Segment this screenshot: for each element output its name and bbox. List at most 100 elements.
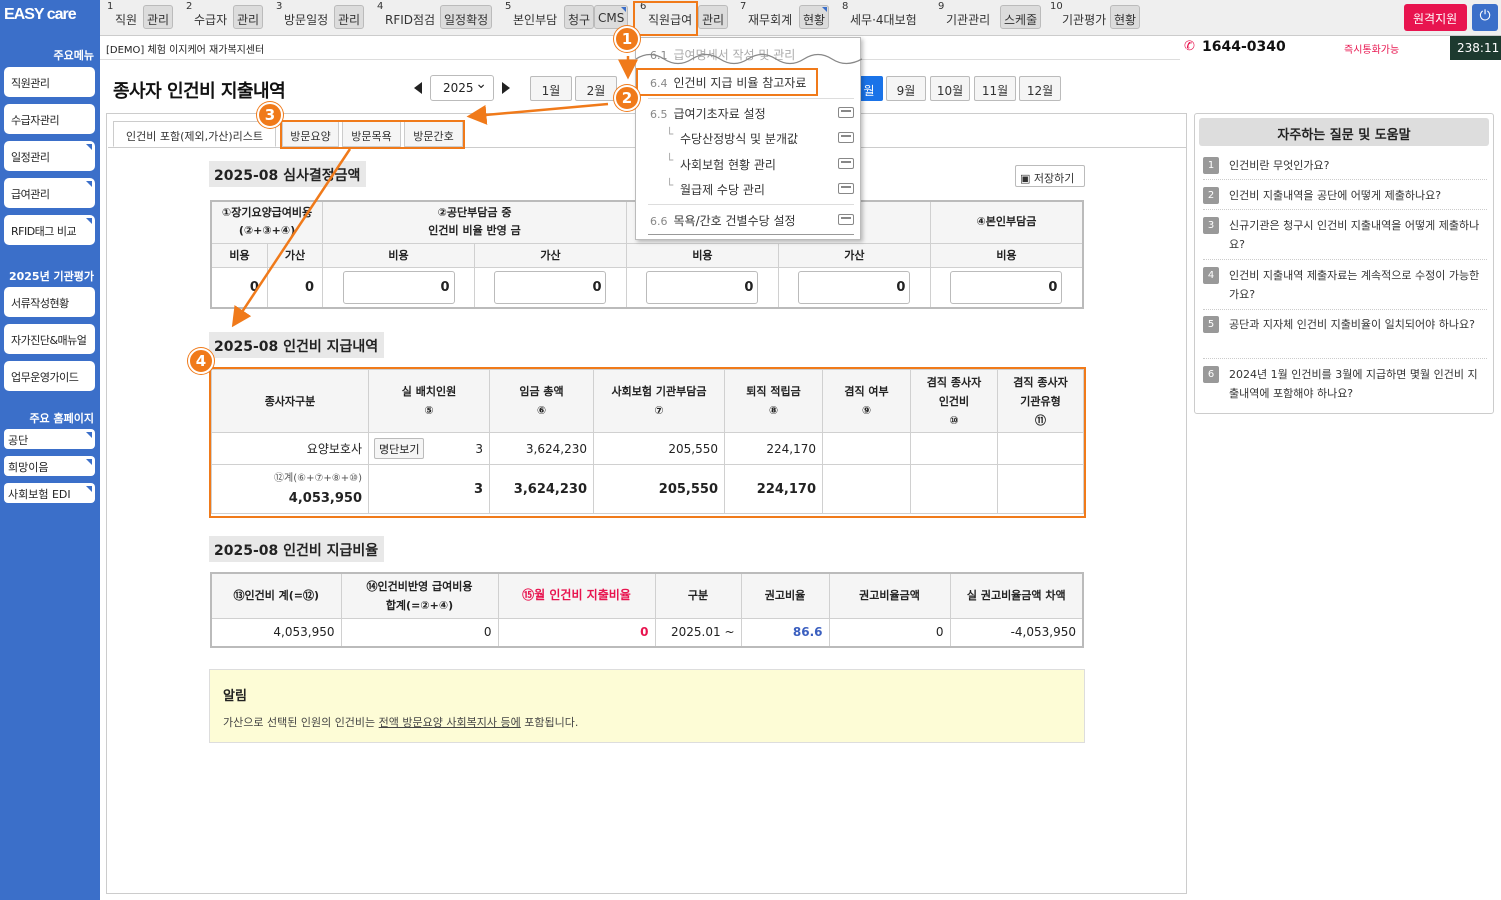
remote-support-button[interactable]: 원격지원 [1404,4,1467,31]
sidebar-item-docs[interactable]: 서류작성현황 [4,287,95,317]
amount-input[interactable]: 0 [798,270,911,304]
month-button-11[interactable]: 11월 [974,76,1016,101]
faq-item[interactable]: 2 인건비 지출내역을 공단에 어떻게 제출하나요? [1203,186,1487,210]
main-menu-heading: 주요메뉴 [53,49,94,62]
nav-staff[interactable]: 직원 [115,11,137,28]
faq-num: 3 [1203,217,1219,234]
nav-rfid[interactable]: RFID점검 [385,11,435,28]
month-button-2[interactable]: 2월 [575,76,617,101]
nav-recipient-manage[interactable]: 관리 [233,5,264,29]
ratio-cell: 0 [497,617,656,648]
amount-input[interactable]: 0 [646,270,759,304]
nav-evaluation-status[interactable]: 현황 [1110,5,1141,29]
th-extra: 가산 [266,242,324,268]
th-line: ②공단부담금 중 [437,206,512,220]
nav-recipient[interactable]: 수급자 [194,11,227,28]
month-button-9[interactable]: 9월 [886,76,926,101]
year-select[interactable]: 2025 [430,75,494,101]
nav-visit-manage[interactable]: 관리 [334,5,365,29]
month-button-1[interactable]: 1월 [530,76,572,101]
notice-text-a: 가산으로 선택된 인원의 인건비는 [223,716,379,729]
sidebar-link-nhis[interactable]: 공단 [4,429,95,449]
nav-num: 2 [186,1,193,12]
th-cost: 비용 [322,242,476,268]
faq-item[interactable]: 1 인건비란 무엇인가요? [1203,156,1487,180]
faq-item[interactable]: 5 공단과 지자체 인건비 지출비율이 일치되어야 하나요? [1203,315,1487,359]
nav-copay[interactable]: 본인부담 [513,11,557,28]
sidebar-item-staff[interactable]: 직원관리 [4,67,95,97]
th-extra: 가산 [777,242,931,268]
month-button-10[interactable]: 10월 [930,76,970,101]
amount-input[interactable]: 0 [342,270,455,304]
th-category: 구분 [654,572,742,619]
month-button-12[interactable]: 12월 [1019,76,1061,101]
tab-include-list[interactable]: 인건비 포함(제외,가산)리스트 [113,121,276,147]
sidebar-item-rfid[interactable]: RFID태그 비교 [4,215,95,245]
power-icon[interactable]: ⏻ [1472,4,1498,31]
nav-accounting[interactable]: 재무회계 [748,11,792,28]
faq-item[interactable]: 4 인건비 지출내역 제출자료는 계속적으로 수정이 가능한가요? [1203,266,1487,310]
nav-org-schedule[interactable]: 스케줄 [1000,5,1042,29]
menu-item-social-insurance[interactable]: └ 사회보험 현황 관리 [636,152,862,176]
faq-text: 인건비란 무엇인가요? [1229,159,1330,172]
nav-num: 1 [107,1,114,12]
sidebar-item-recipient[interactable]: 수급자관리 [4,104,95,134]
nav-org[interactable]: 기관관리 [946,11,990,28]
notice-box: 알림 가산으로 선택된 인원의 인건비는 전액 방문요양 사회복지사 등에 포함… [209,669,1085,743]
popup-icon [838,132,854,143]
sidebar-item-schedule[interactable]: 일정관리 [4,141,95,171]
save-button[interactable]: ▣ 저장하기 [1015,165,1085,187]
faq-item[interactable]: 3 신규기관은 청구시 인건비 지출내역을 어떻게 제출하나요? [1203,216,1487,260]
th-total-labor: ⑬인건비 계(=⑫) [210,572,342,619]
total-labor-cell: 4,053,950 [210,617,342,648]
sidebar-link-edi[interactable]: 사회보험 EDI [4,483,95,503]
torn-edge-icon [636,53,862,65]
th-diff: 실 권고비율금액 차액 [949,572,1084,619]
th-copay: ④본인부담금 [929,200,1084,244]
sidebar-item-payroll[interactable]: 급여관리 [4,178,95,208]
th-labor-cost-sum: ⑭인건비반영 급여비용 합계(=②+④) [340,572,499,619]
notice-text: 가산으로 선택된 인원의 인건비는 전액 방문요양 사회복지사 등에 포함됩니다… [223,714,578,730]
th-line: ①장기요양급여비용 [221,206,313,220]
th-line: ⑭인건비반영 급여비용 [366,579,473,593]
faq-panel: 자주하는 질문 및 도움말 1 인건비란 무엇인가요? 2 인건비 지출내역을 공단… [1194,113,1494,414]
menu-divider [648,234,854,235]
top-nav: 1 직원 관리 2 수급자 관리 3 방문일정 관리 4 RFID점검 일정확정… [100,0,1501,36]
nav-copay-claim[interactable]: 청구 [564,5,595,29]
amount-input[interactable]: 0 [950,270,1063,304]
menu-item-6-5[interactable]: 6.5 급여기초자료 설정 [636,101,862,125]
sidebar-item-guide[interactable]: 업무운영가이드 [4,361,95,391]
prev-year-icon[interactable] [414,82,422,94]
menu-item-monthly-allowance[interactable]: └ 월급제 수당 관리 [636,177,862,201]
faq-item[interactable]: 6 2024년 1월 인건비를 3월에 지급하면 몇월 인건비 지출내역에 포함해… [1203,365,1487,409]
period-cell: 2025.01 ~ [654,617,742,648]
amount-input[interactable]: 0 [494,270,607,304]
faq-text: 인건비 지출내역 제출자료는 계속적으로 수정이 가능한가요? [1229,269,1480,301]
nav-visit-schedule[interactable]: 방문일정 [284,11,328,28]
th-rec-ratio: 권고비율 [740,572,830,619]
nav-payroll-manage[interactable]: 관리 [698,5,729,29]
menu-label: 수당산정방식 및 분개값 [680,132,799,146]
rec-amount-cell: 0 [828,617,951,648]
sidebar-link-hope[interactable]: 희망이음 [4,456,95,476]
section-title-decision: 2025-08 심사결정금액 [209,161,367,187]
nav-accounting-status[interactable]: 현황 [799,5,830,29]
nav-num: 5 [505,1,512,12]
sidebar-item-selfcheck[interactable]: 자가진단&매뉴얼 [4,324,95,354]
nav-tax[interactable]: 세무·4대보험 [850,11,917,28]
next-year-icon[interactable] [502,82,510,94]
th-extra: 가산 [474,242,627,268]
th-monthly-ratio: ⑮월 인건비 지출비율 [497,572,656,619]
nav-evaluation[interactable]: 기관평가 [1062,11,1106,28]
notice-title: 알림 [223,689,247,704]
notice-link[interactable]: 전액 방문요양 사회복지사 등에 [379,716,521,729]
labor-sum-cell: 0 [340,617,499,648]
th-ltc-cost: ①장기요양급여비용 (②+③+④) [210,200,324,244]
menu-item-allowance[interactable]: └ 수당산정방식 및 분개값 [636,126,862,150]
menu-label: 목욕/간호 건별수당 설정 [673,214,796,228]
menu-item-6-6[interactable]: 6.6 목욕/간호 건별수당 설정 [636,208,862,232]
nav-rfid-confirm[interactable]: 일정확정 [440,5,493,29]
nav-staff-manage[interactable]: 관리 [143,5,174,29]
logo: EASY care [4,6,77,23]
popup-icon [838,158,854,169]
